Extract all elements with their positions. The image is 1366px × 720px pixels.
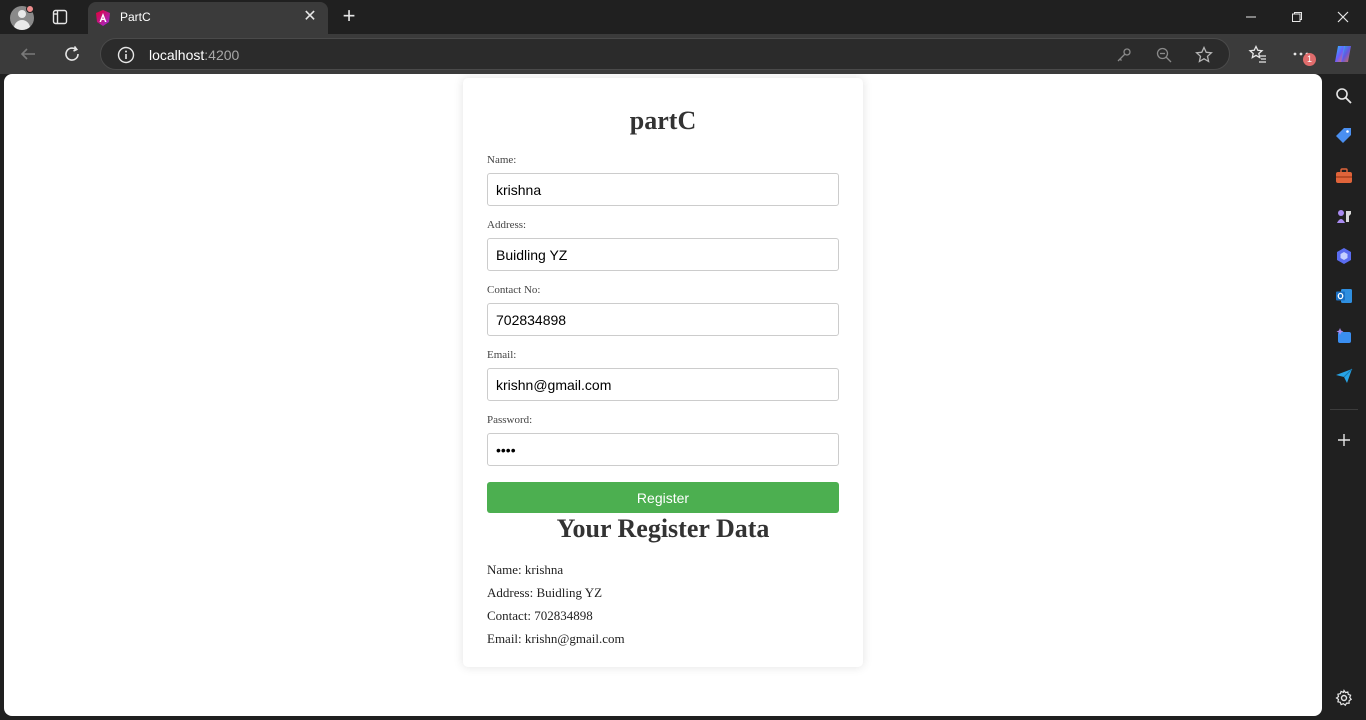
name-label: Name:: [487, 154, 517, 166]
title-bar: PartC ✕ +: [0, 0, 1366, 34]
notification-badge: 1: [1303, 53, 1316, 66]
send-icon[interactable]: [1334, 366, 1354, 386]
address-bar[interactable]: localhost:4200: [100, 38, 1230, 70]
contact-input[interactable]: [487, 303, 839, 336]
copilot-icon[interactable]: [1332, 43, 1354, 65]
browser-toolbar: localhost:4200 1: [0, 34, 1366, 74]
info-icon[interactable]: [117, 46, 135, 64]
password-label: Password:: [487, 414, 533, 426]
restore-button[interactable]: [1274, 0, 1320, 34]
url-host: localhost: [149, 47, 205, 63]
tab-actions-icon[interactable]: [52, 9, 68, 25]
key-icon[interactable]: [1115, 46, 1133, 64]
tab-title: PartC: [120, 10, 151, 24]
favorites-icon[interactable]: [1247, 43, 1269, 65]
search-icon[interactable]: [1334, 86, 1354, 106]
email-label: Email:: [487, 349, 517, 361]
reload-icon[interactable]: [61, 43, 83, 65]
angular-icon: [94, 9, 112, 27]
tools-icon[interactable]: [1334, 166, 1354, 186]
contact-label: Contact No:: [487, 284, 541, 296]
sidebar-divider: [1330, 409, 1358, 410]
shopping-tag-icon[interactable]: [1334, 126, 1354, 146]
zoom-out-icon[interactable]: [1155, 46, 1173, 64]
register-button[interactable]: Register: [487, 482, 839, 513]
profile-notification-dot: [26, 5, 34, 13]
minimize-button[interactable]: [1228, 0, 1274, 34]
password-input[interactable]: [487, 433, 839, 466]
form-title: partC: [629, 106, 697, 135]
address-label: Address:: [487, 219, 527, 231]
name-input[interactable]: [487, 173, 839, 206]
tab-close-icon[interactable]: ✕: [302, 9, 318, 25]
add-icon[interactable]: [1334, 430, 1354, 450]
result-name: Name: krishna: [487, 562, 564, 577]
url-text: localhost:4200: [149, 47, 239, 63]
page-viewport: partC Name: Address: Contact No: Email: …: [4, 74, 1322, 716]
address-input[interactable]: [487, 238, 839, 271]
email-input[interactable]: [487, 368, 839, 401]
outlook-icon[interactable]: [1334, 286, 1354, 306]
url-port: :4200: [204, 47, 240, 63]
copilot-edge-icon[interactable]: [1334, 246, 1354, 266]
close-window-button[interactable]: [1320, 0, 1366, 34]
register-data-title: Your Register Data: [556, 514, 770, 543]
games-icon[interactable]: [1334, 206, 1354, 226]
star-icon[interactable]: [1195, 46, 1213, 64]
settings-icon[interactable]: [1334, 688, 1354, 708]
result-email: Email: krishn@gmail.com: [487, 631, 625, 646]
back-arrow-icon[interactable]: [17, 43, 39, 65]
browser-tab[interactable]: PartC ✕: [88, 2, 328, 34]
edge-sidebar: [1322, 74, 1366, 720]
designer-icon[interactable]: [1334, 326, 1354, 346]
result-address: Address: Buidling YZ: [487, 585, 603, 600]
register-card: partC Name: Address: Contact No: Email: …: [463, 78, 863, 667]
result-contact: Contact: 702834898: [487, 608, 593, 623]
new-tab-button[interactable]: +: [338, 5, 360, 27]
